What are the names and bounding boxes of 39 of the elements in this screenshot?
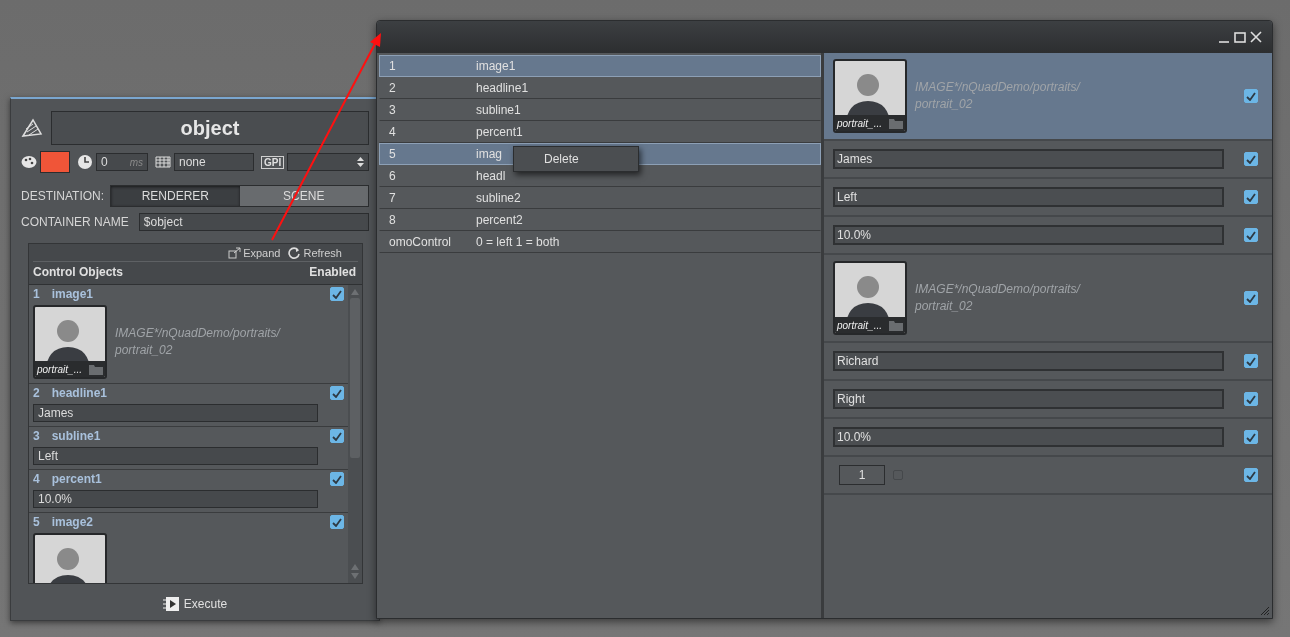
- table-cell-text: 1: [388, 59, 397, 73]
- object-index: 2: [33, 386, 40, 400]
- table-cell-text: 5: [388, 147, 397, 161]
- object-index: 1: [33, 287, 40, 301]
- table-cell-text: 0 = left 1 = both: [475, 235, 560, 249]
- object-name: headline1: [51, 386, 108, 400]
- table-cell-text: 2: [388, 81, 397, 95]
- object-index: 5: [33, 515, 40, 529]
- table-cell-text: 8: [388, 213, 397, 227]
- container-name-label: CONTAINER NAME: [21, 215, 129, 229]
- image-path: IMAGE*/nQuadDemo/portraits/ portrait_02: [115, 325, 280, 359]
- table-cell-text: percent1: [475, 125, 523, 139]
- object-name: subline1: [51, 429, 101, 443]
- image-path: IMAGE*/nQuadDemo/portraits/ portrait_02: [915, 281, 1080, 315]
- photo-caption: portrait_...: [837, 117, 883, 129]
- table-cell-text: percent2: [475, 213, 523, 227]
- object-name: image2: [51, 515, 94, 529]
- column-header: Control Objects: [33, 265, 123, 279]
- table-cell-text: imag: [475, 147, 502, 161]
- table-cell-text: 7: [388, 191, 397, 205]
- table-cell-text: image1: [475, 59, 516, 73]
- photo-caption: portrait_...: [37, 363, 83, 375]
- image-path: IMAGE*/nQuadDemo/portraits/ portrait_02: [915, 79, 1080, 113]
- table-cell-text: subline2: [475, 191, 521, 205]
- object-index: 4: [33, 472, 40, 486]
- column-header: Enabled: [309, 265, 356, 279]
- object-name: image1: [51, 287, 94, 301]
- table-cell-text: omoControl: [388, 235, 453, 249]
- photo-caption: portrait_...: [837, 319, 883, 331]
- table-cell-text: headl: [475, 169, 506, 183]
- table-cell-text: headline1: [475, 81, 529, 95]
- table-cell-text: 4: [388, 125, 397, 139]
- object-name: percent1: [51, 472, 102, 486]
- gpi-label: GPI: [261, 155, 285, 169]
- table-cell-text: 6: [388, 169, 397, 183]
- destination-label: DESTINATION:: [21, 189, 105, 203]
- object-index: 3: [33, 429, 40, 443]
- table-cell-text: subline1: [475, 103, 521, 117]
- table-cell-text: 3: [388, 103, 397, 117]
